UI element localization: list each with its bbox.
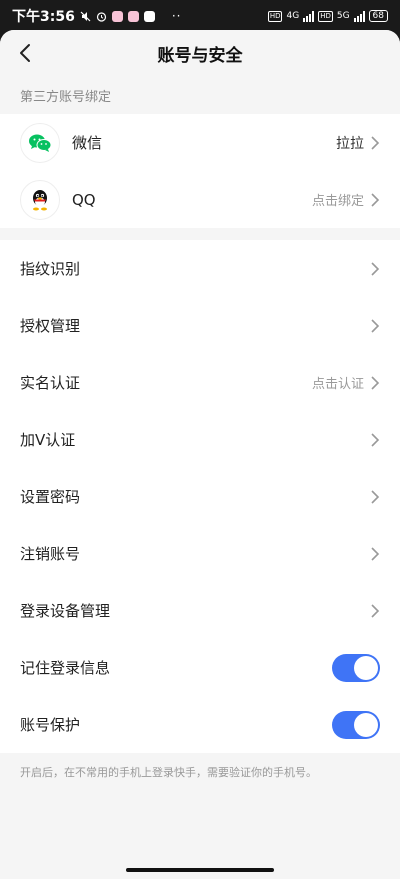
v-verify-row[interactable]: 加V认证 [0,411,400,468]
chevron-right-icon [371,135,380,150]
account-protection-label: 账号保护 [20,716,81,734]
page-title: 账号与安全 [157,45,243,66]
account-security-sheet: 账号与安全 第三方账号绑定 微信 拉拉 QQ 点击绑定 指纹识别 授权管理 实名… [0,30,400,879]
status-time: 下午3:56 [12,9,75,25]
qq-right: 点击绑定 [312,190,380,209]
battery-icon: 68 [368,10,388,22]
network-label-2: 5G [336,11,350,21]
qq-value: 点击绑定 [311,194,364,209]
qq-icon [33,189,47,210]
v-verify-label: 加V认证 [20,431,76,449]
authorization-row[interactable]: 授权管理 [0,297,400,354]
wechat-avatar [20,122,60,163]
set-password-label: 设置密码 [20,488,81,506]
third-party-group: 微信 拉拉 QQ 点击绑定 [0,114,400,228]
v-verify-right [370,432,380,447]
chevron-right-icon [371,432,380,447]
status-right: HD 4G HD 5G 68 [267,10,388,22]
delete-account-right [370,546,380,561]
chevron-right-icon [371,192,380,207]
section-label-third-party: 第三方账号绑定 [0,76,400,114]
more-notifications: ·· [171,9,182,23]
chevron-right-icon [371,546,380,561]
real-name-row[interactable]: 实名认证 点击认证 [0,354,400,411]
authorization-right [370,318,380,333]
wechat-icon [29,134,52,152]
authorization-label: 授权管理 [20,317,81,335]
device-management-label: 登录设备管理 [20,602,111,620]
real-name-value: 点击认证 [311,377,364,392]
signal-icon-2 [353,10,365,22]
account-protection-note: 开启后，在不常用的手机上登录快手，需要验证你的手机号。 [0,753,400,791]
back-button[interactable] [10,38,40,68]
signal-icon [303,10,315,22]
qq-row[interactable]: QQ 点击绑定 [0,171,400,228]
fingerprint-right [370,261,380,276]
app-notification-icon [111,10,123,22]
alarm-icon [96,11,106,22]
wechat-value: 拉拉 [336,135,364,152]
real-name-right: 点击认证 [312,373,380,392]
account-protection-toggle[interactable] [332,710,380,739]
hd-icon: HD [267,10,283,22]
qq-avatar [20,179,60,220]
wechat-row[interactable]: 微信 拉拉 [0,114,400,171]
message-notification-icon [127,10,139,22]
chevron-right-icon [371,318,380,333]
notification-icon [143,10,155,22]
chevron-right-icon [371,489,380,504]
status-bar: 下午3:56 ·· HD 4G HD 5G 68 [0,0,400,32]
set-password-row[interactable]: 设置密码 [0,468,400,525]
nav-bar: 账号与安全 [0,30,400,76]
chevron-right-icon [371,375,380,390]
chevron-right-icon [371,603,380,618]
settings-group: 指纹识别 授权管理 实名认证 点击认证 加V认证 设置密码 注销账号 登录设备管… [0,240,400,753]
section-gap [0,228,400,240]
fingerprint-label: 指纹识别 [20,260,81,278]
real-name-label: 实名认证 [20,374,81,392]
chevron-right-icon [371,261,380,276]
qq-label: QQ [72,190,96,209]
set-password-right [370,489,380,504]
status-left: 下午3:56 ·· [12,6,181,26]
remember-login-right [332,653,380,682]
home-indicator[interactable] [126,868,274,872]
remember-login-row: 记住登录信息 [0,639,400,696]
account-protection-row: 账号保护 [0,696,400,753]
remember-login-toggle[interactable] [332,653,380,682]
device-management-right [370,603,380,618]
delete-account-label: 注销账号 [20,545,81,563]
remember-login-label: 记住登录信息 [20,659,111,677]
fingerprint-row[interactable]: 指纹识别 [0,240,400,297]
account-protection-right [332,710,380,739]
device-management-row[interactable]: 登录设备管理 [0,582,400,639]
hd-icon-2: HD [318,10,333,22]
network-label-1: 4G [286,11,300,21]
delete-account-row[interactable]: 注销账号 [0,525,400,582]
wechat-label: 微信 [72,134,103,152]
mute-icon [80,11,91,21]
wechat-right: 拉拉 [336,133,380,153]
back-arrow-icon [20,44,30,62]
